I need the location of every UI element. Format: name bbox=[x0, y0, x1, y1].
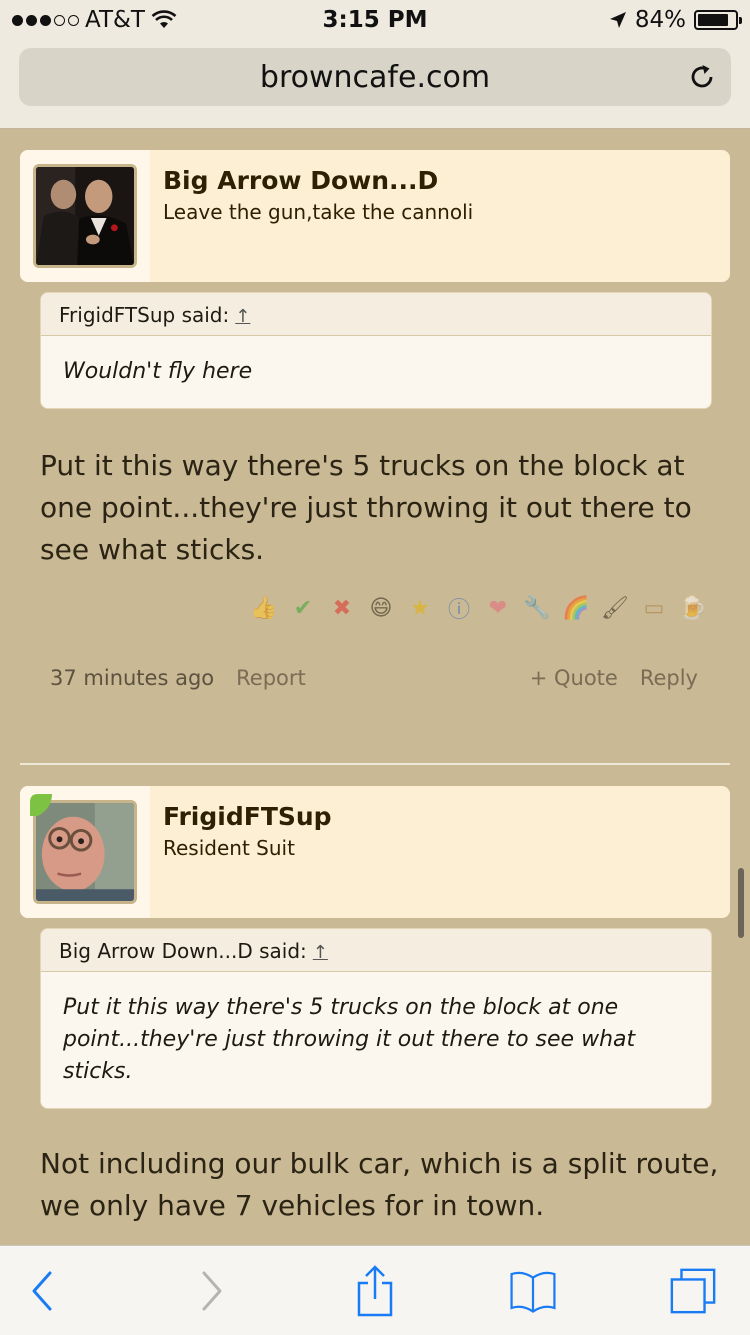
heart-icon[interactable]: ❤ bbox=[481, 591, 515, 625]
quote-block: FrigidFTSup said: ↑ Wouldn't fly here bbox=[40, 292, 712, 409]
scroll-indicator bbox=[738, 868, 744, 938]
status-right: 84% bbox=[609, 7, 742, 33]
laugh-icon[interactable]: 😄 bbox=[364, 591, 398, 625]
safari-toolbar bbox=[0, 1245, 750, 1335]
report-link[interactable]: Report bbox=[236, 666, 306, 690]
user-title: Resident Suit bbox=[163, 836, 295, 860]
browser-chrome: AT&T 3:15 PM 84% browncafe.com bbox=[0, 0, 750, 129]
status-bar: AT&T 3:15 PM 84% bbox=[0, 0, 750, 40]
post-body: Put it this way there's 5 trucks on the … bbox=[40, 449, 692, 566]
book-icon[interactable] bbox=[508, 1266, 558, 1316]
reload-icon[interactable] bbox=[687, 62, 717, 92]
username[interactable]: FrigidFTSup bbox=[163, 802, 332, 831]
quote-author: Big Arrow Down...D said: bbox=[59, 939, 307, 963]
url-text[interactable]: browncafe.com bbox=[19, 60, 731, 95]
wallet-icon[interactable]: ▭ bbox=[637, 591, 671, 625]
checkmark-icon[interactable]: ✔ bbox=[286, 591, 320, 625]
online-status-icon bbox=[30, 794, 52, 816]
post-timestamp[interactable]: 37 minutes ago bbox=[50, 666, 214, 690]
username[interactable]: Big Arrow Down...D bbox=[163, 166, 438, 195]
award-icon[interactable]: ★ bbox=[403, 591, 437, 625]
chevron-right-icon[interactable] bbox=[196, 1269, 226, 1313]
quote-block: Big Arrow Down...D said: ↑ Put it this wa… bbox=[40, 928, 712, 1109]
battery-icon bbox=[694, 10, 742, 30]
beer-icon[interactable]: 🍺 bbox=[676, 591, 710, 625]
tabs-button[interactable] bbox=[668, 1266, 718, 1316]
user-title: Leave the gun,take the cannoli bbox=[163, 200, 474, 224]
url-bar[interactable]: browncafe.com bbox=[19, 48, 731, 106]
location-arrow-icon bbox=[609, 12, 626, 28]
back-button[interactable] bbox=[18, 1266, 68, 1316]
quote-header: FrigidFTSup said: ↑ bbox=[41, 293, 711, 336]
battery-percent: 84% bbox=[634, 7, 686, 33]
rainbow-icon[interactable]: 🌈 bbox=[559, 591, 593, 625]
user-card: Big Arrow Down...D Leave the gun,take th… bbox=[20, 150, 730, 282]
thread-content: Big Arrow Down...D Leave the gun,take th… bbox=[0, 129, 750, 1245]
wrench-icon[interactable]: 🔧 bbox=[520, 591, 554, 625]
info-icon[interactable]: ⓘ bbox=[442, 591, 476, 625]
quote-link[interactable]: + Quote bbox=[530, 666, 618, 690]
tabs-icon[interactable] bbox=[668, 1265, 718, 1317]
quote-text: Put it this way there's 5 trucks on the … bbox=[41, 972, 711, 1108]
reply-link[interactable]: Reply bbox=[640, 666, 698, 690]
share-icon[interactable] bbox=[353, 1263, 397, 1319]
x-icon[interactable]: ✖ bbox=[325, 591, 359, 625]
post-body: Not including our bulk car, which is a s… bbox=[40, 1147, 719, 1222]
quote-header: Big Arrow Down...D said: ↑ bbox=[41, 929, 711, 972]
chevron-left-icon[interactable] bbox=[28, 1269, 58, 1313]
share-button[interactable] bbox=[350, 1263, 400, 1319]
avatar[interactable] bbox=[33, 164, 137, 268]
bookmarks-button[interactable] bbox=[508, 1266, 558, 1316]
jump-to-quote-icon[interactable]: ↑ bbox=[313, 942, 328, 963]
quote-text: Wouldn't fly here bbox=[41, 336, 711, 408]
quote-author: FrigidFTSup said: bbox=[59, 303, 230, 327]
jump-to-quote-icon[interactable]: ↑ bbox=[235, 306, 250, 327]
user-card: FrigidFTSup Resident Suit bbox=[20, 786, 730, 918]
reaction-bar: 👍 ✔ ✖ 😄 ★ ⓘ ❤ 🔧 🌈 🖌 ▭ 🍺 bbox=[247, 591, 710, 625]
post-divider bbox=[20, 763, 730, 765]
thumbs-up-icon[interactable]: 👍 bbox=[247, 591, 281, 625]
paintbrush-icon[interactable]: 🖌 bbox=[598, 591, 632, 625]
avatar-frame bbox=[20, 786, 150, 918]
avatar-frame bbox=[20, 150, 150, 282]
forward-button[interactable] bbox=[186, 1266, 236, 1316]
